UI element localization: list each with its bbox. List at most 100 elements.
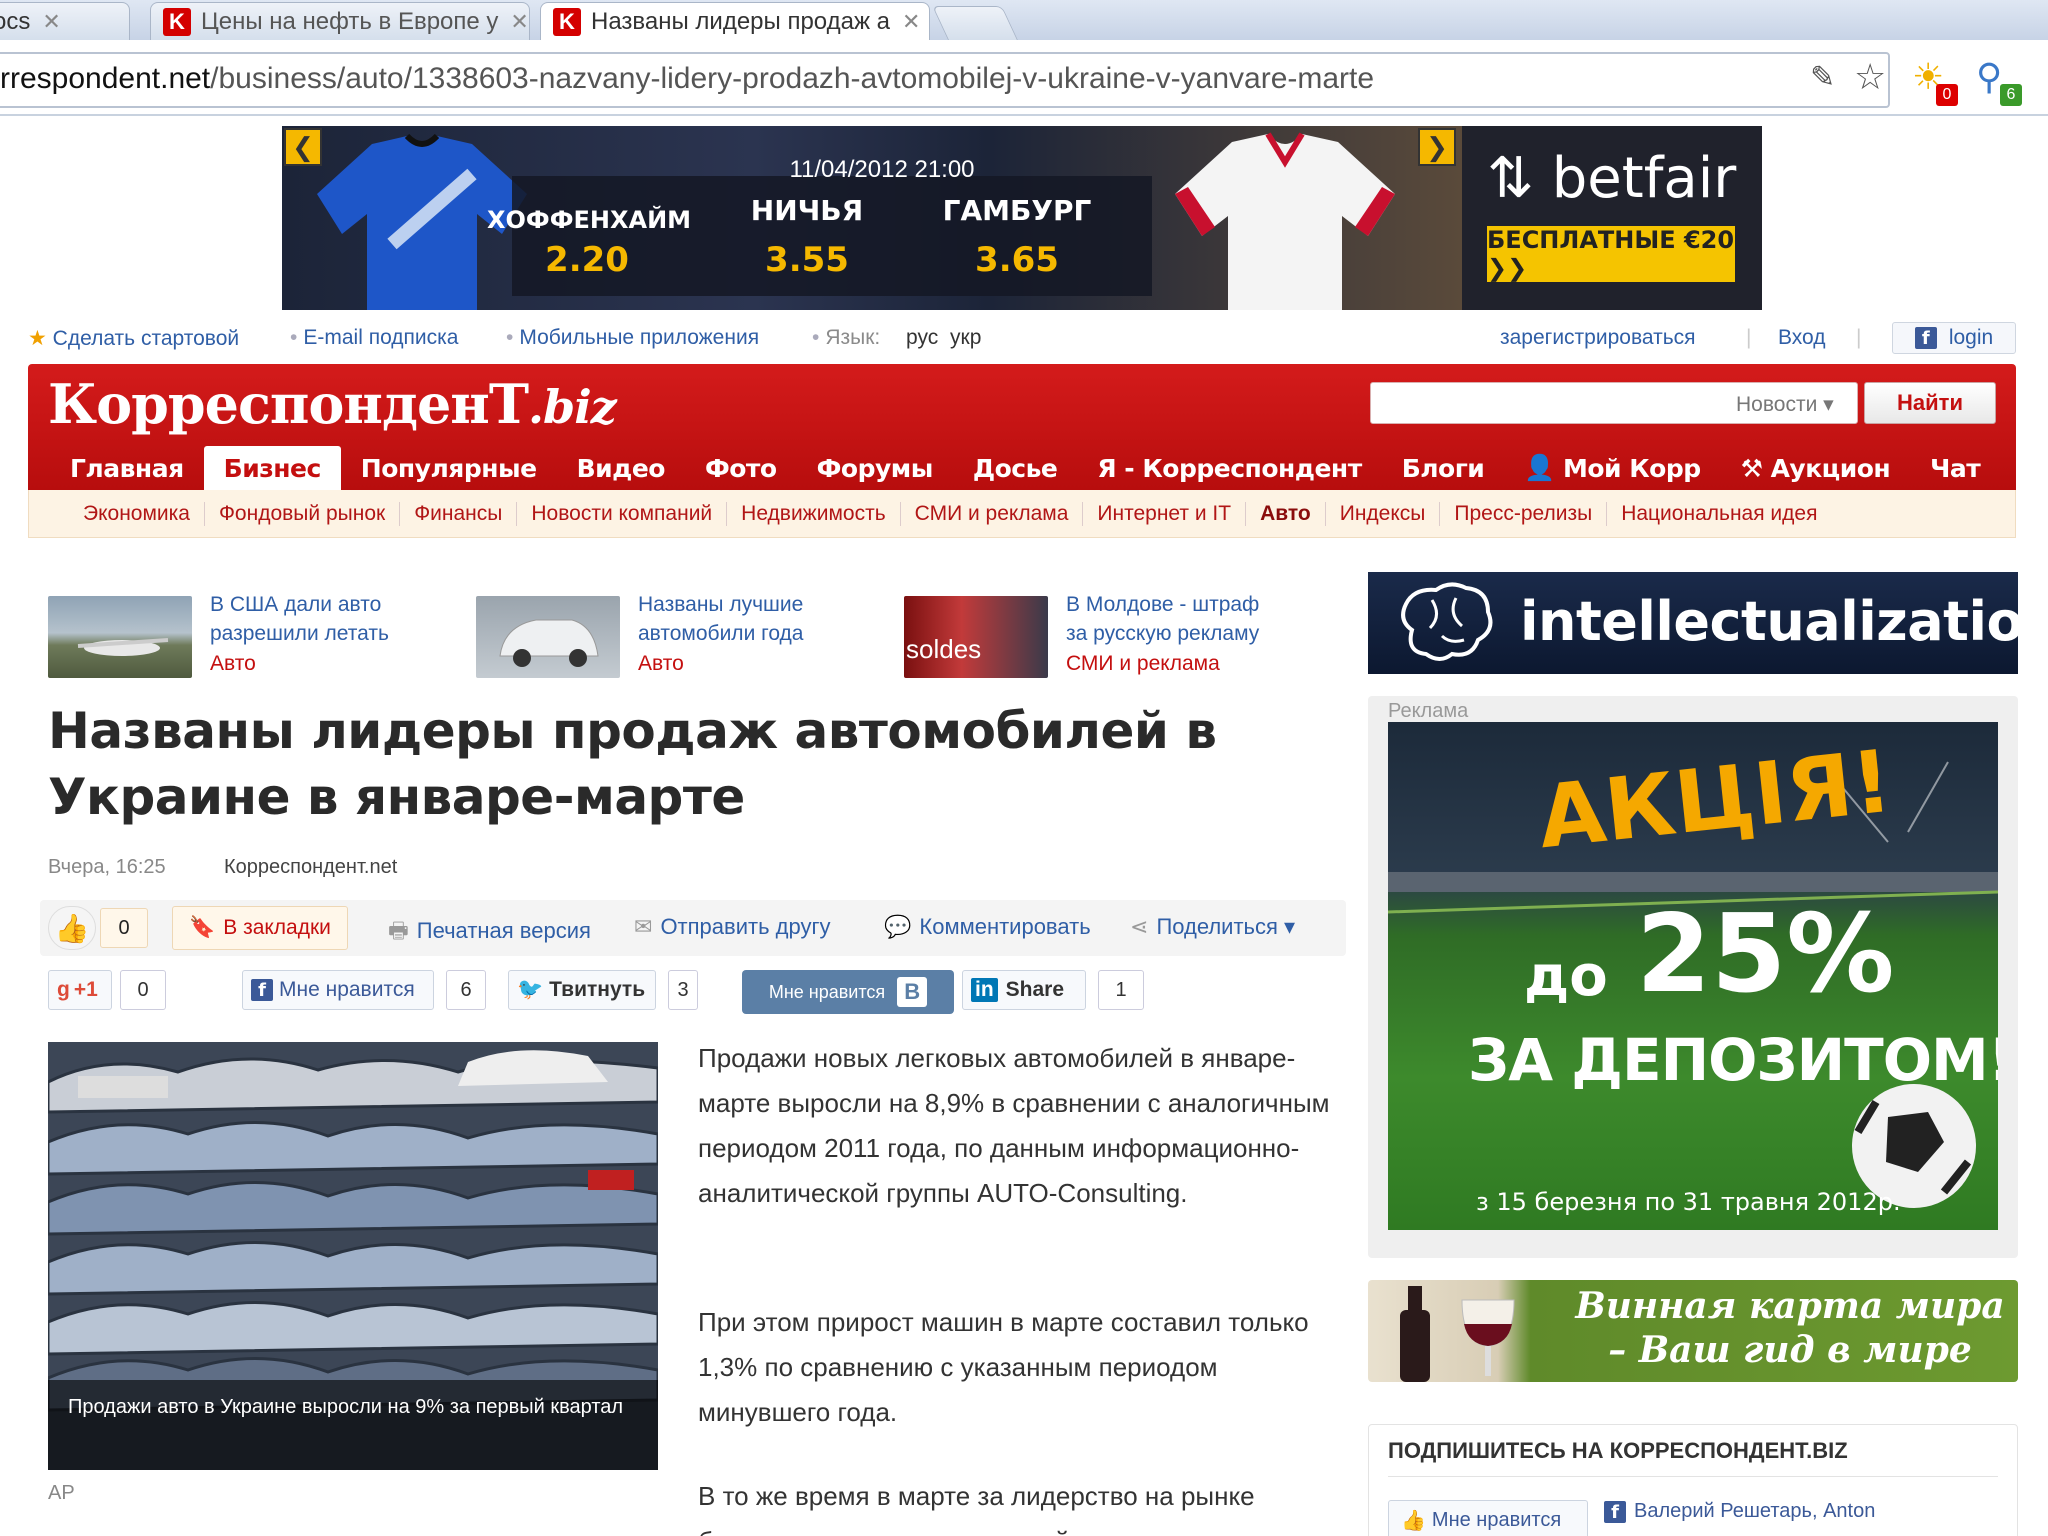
nav-item-blogs[interactable]: Блоги: [1382, 446, 1505, 490]
nav-item-dossier[interactable]: Досье: [953, 446, 1078, 490]
betfair-banner[interactable]: 11/04/2012 21:00 ХОФФЕНХАЙМ 2.20 НИЧЬЯ 3…: [282, 126, 1762, 310]
related-category-link[interactable]: Авто: [210, 652, 256, 676]
search-button[interactable]: Найти: [1864, 382, 1996, 424]
facebook-friends-list: f Валерий Решетарь, Anton: [1604, 1500, 1875, 1523]
away-team-name: ГАМБУРГ: [942, 194, 1092, 227]
nav-item-popular[interactable]: Популярные: [341, 446, 557, 490]
extension-badge: 0: [1936, 84, 1958, 106]
close-icon[interactable]: ✕: [902, 9, 920, 35]
banner-next-button[interactable]: ❯: [1418, 128, 1456, 166]
nav-item-chat[interactable]: Чат: [1910, 446, 2000, 490]
ad-percent: 25%: [1636, 892, 1895, 1017]
make-start-link[interactable]: ★ Сделать стартовой: [28, 326, 239, 351]
home-odds[interactable]: 2.20: [487, 240, 687, 280]
comment-link[interactable]: 💬 Комментировать: [884, 914, 1091, 940]
betfair-arrows-icon: ⇅: [1487, 146, 1534, 211]
vk-like-button[interactable]: Мне нравится В: [742, 970, 954, 1014]
envelope-icon: ✉: [634, 914, 653, 939]
url-text[interactable]: rrespondent.net/business/auto/1338603-na…: [0, 62, 1374, 96]
deposit-ad-banner[interactable]: АКЦІЯ! до 25% ЗА ДЕПОЗИТОМ! з 15 березня…: [1388, 722, 1998, 1230]
language-selector: • Язык:: [812, 326, 881, 349]
related-category-link[interactable]: Авто: [638, 652, 684, 676]
language-ua-link[interactable]: укр: [950, 326, 981, 350]
subnav-item-company-news[interactable]: Новости компаний: [517, 501, 728, 526]
facebook-like-button[interactable]: 👍 Мне нравится: [1388, 1500, 1588, 1536]
banner-prev-button[interactable]: ❮: [284, 128, 322, 166]
google-plus-count: 0: [120, 970, 166, 1010]
send-to-friend-link[interactable]: ✉ Отправить другу: [634, 914, 831, 940]
bookmark-button[interactable]: 🔖 В закладки: [172, 906, 348, 950]
subnav-item-finance[interactable]: Финансы: [400, 501, 518, 526]
nav-item-home[interactable]: Главная: [50, 446, 204, 490]
facebook-icon: f: [1914, 327, 1937, 349]
subnav-item-stock-market[interactable]: Фондовый рынок: [205, 501, 401, 526]
nav-item-business[interactable]: Бизнес: [203, 446, 341, 490]
close-icon[interactable]: ✕: [510, 9, 528, 35]
nav-item-video[interactable]: Видео: [557, 446, 685, 490]
like-count: 0: [100, 908, 148, 948]
browser-tab[interactable]: K Цены на нефть в Европе у ✕: [150, 2, 530, 40]
twitter-bird-icon: 🐦: [517, 978, 544, 1001]
related-title-link[interactable]: Названы лучшие автомобили года: [638, 590, 858, 648]
extension-badge: 6: [2000, 84, 2022, 106]
article-paragraph: Продажи новых легковых автомобилей в янв…: [698, 1043, 1330, 1208]
linkedin-share-button[interactable]: in Share: [962, 970, 1086, 1010]
draw-odds[interactable]: 3.55: [732, 240, 882, 280]
google-plus-icon: g: [57, 978, 70, 1001]
brain-icon: [1401, 582, 1493, 661]
nav-item-auction[interactable]: ⚒ Аукцион: [1721, 446, 1911, 490]
close-icon[interactable]: ✕: [42, 9, 60, 35]
subnav-item-economy[interactable]: Экономика: [69, 501, 205, 526]
facebook-login-button[interactable]: f login: [1892, 322, 2016, 354]
browser-tab[interactable]: ocs ✕: [0, 2, 130, 40]
search-scope-dropdown[interactable]: Новости ▾: [1736, 392, 1834, 417]
facebook-icon: f: [251, 979, 273, 1001]
tab-label: ocs: [0, 7, 31, 35]
subnav-item-internet-it[interactable]: Интернет и IT: [1083, 501, 1247, 526]
related-category-link[interactable]: СМИ и реклама: [1066, 652, 1220, 676]
nav-item-photo[interactable]: Фото: [685, 446, 797, 490]
register-link[interactable]: зарегистрироваться: [1500, 326, 1696, 350]
star-icon[interactable]: ☆: [1854, 56, 1886, 98]
white-shirt-image: [1175, 132, 1395, 310]
nav-item-forums[interactable]: Форумы: [797, 446, 953, 490]
article-headline: Названы лидеры продаж автомобилей в Укра…: [48, 702, 1217, 826]
related-title-link[interactable]: В США дали авто разрешили летать: [210, 590, 430, 648]
nav-item-my-korr[interactable]: 👤 Мой Корр: [1504, 446, 1720, 490]
betfair-cta-button[interactable]: БЕСПЛАТНЫЕ €20 ❯❯: [1487, 226, 1735, 282]
thumbs-up-icon[interactable]: 👍: [48, 906, 96, 950]
subnav-item-auto[interactable]: Авто: [1246, 501, 1326, 526]
google-plus-button[interactable]: g +1: [48, 970, 112, 1010]
wrench-icon[interactable]: ✎: [1810, 60, 1835, 95]
related-thumbnail[interactable]: [476, 596, 620, 678]
ad-subtitle: ЗА ДЕПОЗИТОМ!: [1468, 1026, 1998, 1094]
site-logo[interactable]: КорреспонденТ.biz: [48, 372, 617, 436]
print-link[interactable]: 🖶 Печатная версия: [388, 914, 591, 952]
tweet-button[interactable]: 🐦 Твитнуть: [508, 970, 656, 1010]
subnav-item-indexes[interactable]: Индексы: [1326, 501, 1441, 526]
subnav-item-national-idea[interactable]: Национальная идея: [1607, 502, 1831, 526]
mobile-apps-link[interactable]: • Мобильные приложения: [506, 326, 759, 350]
user-search-extension-icon[interactable]: ⚲: [1976, 56, 2002, 98]
intellectualization-text: intellectualization: [1520, 590, 2048, 653]
subnav-item-press-releases[interactable]: Пресс-релизы: [1440, 501, 1608, 526]
wine-bottle-glass-image: [1400, 1286, 1515, 1382]
email-subscription-link[interactable]: • E-mail подписка: [290, 326, 458, 350]
related-thumbnail[interactable]: soldes: [904, 596, 1048, 678]
subnav-item-media[interactable]: СМИ и реклама: [901, 501, 1084, 526]
share-dropdown[interactable]: ⋖ Поделиться ▾: [1130, 914, 1295, 940]
related-title-link[interactable]: В Молдове - штраф за русскую рекламу: [1066, 590, 1286, 648]
facebook-like-button[interactable]: f Мне нравится: [242, 970, 434, 1010]
home-team-name: ХОФФЕНХАЙМ: [487, 206, 692, 234]
url-host: rrespondent.net: [0, 62, 211, 95]
vk-logo-icon: В: [897, 977, 928, 1007]
away-odds[interactable]: 3.65: [922, 240, 1112, 280]
article-paragraph: При этом прирост машин в марте составил …: [698, 1307, 1309, 1427]
draw-label: НИЧЬЯ: [750, 194, 864, 227]
browser-tab-active[interactable]: K Названы лидеры продаж а ✕: [540, 2, 930, 40]
subnav-item-real-estate[interactable]: Недвижимость: [727, 501, 901, 526]
language-ru-link[interactable]: рус: [906, 326, 938, 350]
login-link[interactable]: Вход: [1778, 326, 1826, 350]
nav-item-i-correspondent[interactable]: Я - Корреспондент: [1077, 446, 1381, 490]
related-thumbnail[interactable]: [48, 596, 192, 678]
